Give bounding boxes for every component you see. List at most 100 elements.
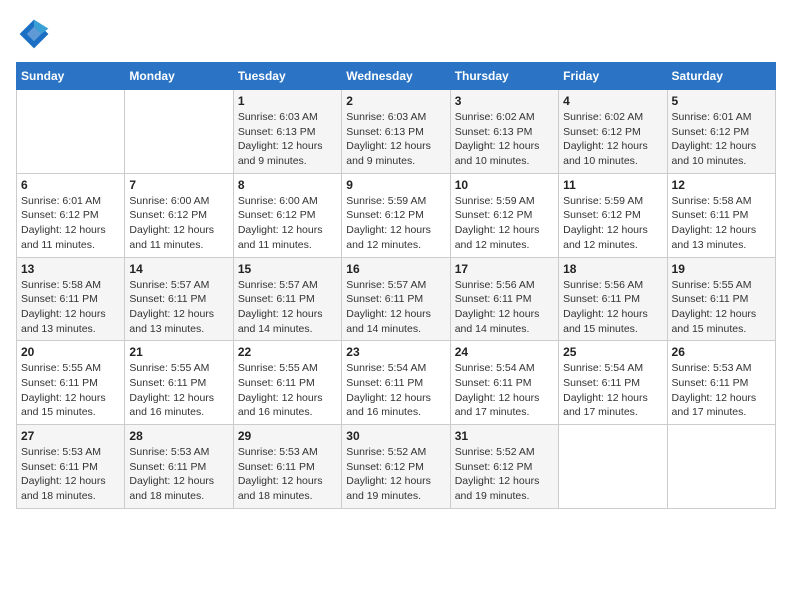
day-info: Sunrise: 5:53 AM Sunset: 6:11 PM Dayligh… bbox=[21, 445, 120, 504]
day-cell: 31 Sunrise: 5:52 AM Sunset: 6:12 PM Dayli… bbox=[450, 425, 558, 509]
day-cell: 10 Sunrise: 5:59 AM Sunset: 6:12 PM Dayli… bbox=[450, 173, 558, 257]
day-number: 18 bbox=[563, 262, 662, 276]
day-cell: 30 Sunrise: 5:52 AM Sunset: 6:12 PM Dayli… bbox=[342, 425, 450, 509]
day-number: 24 bbox=[455, 345, 554, 359]
day-cell: 6 Sunrise: 6:01 AM Sunset: 6:12 PM Daylig… bbox=[17, 173, 125, 257]
day-info: Sunrise: 5:54 AM Sunset: 6:11 PM Dayligh… bbox=[346, 361, 445, 420]
weekday-header-tuesday: Tuesday bbox=[233, 63, 341, 90]
week-row-1: 6 Sunrise: 6:01 AM Sunset: 6:12 PM Daylig… bbox=[17, 173, 776, 257]
day-cell: 3 Sunrise: 6:02 AM Sunset: 6:13 PM Daylig… bbox=[450, 90, 558, 174]
day-number: 10 bbox=[455, 178, 554, 192]
day-info: Sunrise: 5:52 AM Sunset: 6:12 PM Dayligh… bbox=[346, 445, 445, 504]
day-cell: 27 Sunrise: 5:53 AM Sunset: 6:11 PM Dayli… bbox=[17, 425, 125, 509]
day-cell: 12 Sunrise: 5:58 AM Sunset: 6:11 PM Dayli… bbox=[667, 173, 775, 257]
day-number: 20 bbox=[21, 345, 120, 359]
day-info: Sunrise: 5:57 AM Sunset: 6:11 PM Dayligh… bbox=[238, 278, 337, 337]
day-info: Sunrise: 5:52 AM Sunset: 6:12 PM Dayligh… bbox=[455, 445, 554, 504]
day-info: Sunrise: 5:56 AM Sunset: 6:11 PM Dayligh… bbox=[563, 278, 662, 337]
day-number: 15 bbox=[238, 262, 337, 276]
day-cell: 28 Sunrise: 5:53 AM Sunset: 6:11 PM Dayli… bbox=[125, 425, 233, 509]
day-cell bbox=[559, 425, 667, 509]
day-cell: 18 Sunrise: 5:56 AM Sunset: 6:11 PM Dayli… bbox=[559, 257, 667, 341]
day-cell: 20Sunrise: 5:55 AM Sunset: 6:11 PM Dayli… bbox=[17, 341, 125, 425]
day-info: Sunrise: 5:54 AM Sunset: 6:11 PM Dayligh… bbox=[455, 361, 554, 420]
week-row-3: 20 Sunrise: 5:55 AM Sunset: 6:11 PM Dayli… bbox=[17, 341, 776, 425]
day-cell: 13 Sunrise: 5:58 AM Sunset: 6:11 PM Dayli… bbox=[17, 257, 125, 341]
day-info: Sunrise: 6:00 AM Sunset: 6:12 PM Dayligh… bbox=[129, 194, 228, 253]
day-cell bbox=[667, 425, 775, 509]
day-cell: 8 Sunrise: 6:00 AM Sunset: 6:12 PM Daylig… bbox=[233, 173, 341, 257]
day-number: 6 bbox=[21, 178, 120, 192]
day-cell: 19 Sunrise: 5:55 AM Sunset: 6:11 PM Dayli… bbox=[667, 257, 775, 341]
weekday-header-thursday: Thursday bbox=[450, 63, 558, 90]
day-info: Sunrise: 5:54 AM Sunset: 6:11 PM Dayligh… bbox=[563, 361, 662, 420]
day-info: Sunrise: 5:55 AM Sunset: 6:11 PM Dayligh… bbox=[129, 361, 228, 420]
day-number: 8 bbox=[238, 178, 337, 192]
day-info: Sunrise: 5:53 AM Sunset: 6:11 PM Dayligh… bbox=[672, 361, 771, 420]
day-info: Sunrise: 6:00 AM Sunset: 6:12 PM Dayligh… bbox=[238, 194, 337, 253]
day-number: 31 bbox=[455, 429, 554, 443]
day-info: Sunrise: 5:53 AM Sunset: 6:11 PM Dayligh… bbox=[238, 445, 337, 504]
day-cell: 14 Sunrise: 5:57 AM Sunset: 6:11 PM Dayli… bbox=[125, 257, 233, 341]
weekday-header-monday: Monday bbox=[125, 63, 233, 90]
day-cell: 5Sunrise: 6:01 AM Sunset: 6:12 PM Daylig… bbox=[667, 90, 775, 174]
day-info: Sunrise: 5:59 AM Sunset: 6:12 PM Dayligh… bbox=[346, 194, 445, 253]
day-cell: 9 Sunrise: 5:59 AM Sunset: 6:12 PM Daylig… bbox=[342, 173, 450, 257]
day-number: 30 bbox=[346, 429, 445, 443]
day-cell bbox=[125, 90, 233, 174]
day-info: Sunrise: 5:56 AM Sunset: 6:11 PM Dayligh… bbox=[455, 278, 554, 337]
day-number: 21 bbox=[129, 345, 228, 359]
day-number: 3 bbox=[455, 94, 554, 108]
day-number: 16 bbox=[346, 262, 445, 276]
day-info: Sunrise: 5:53 AM Sunset: 6:11 PM Dayligh… bbox=[129, 445, 228, 504]
day-info: Sunrise: 5:55 AM Sunset: 6:11 PM Dayligh… bbox=[672, 278, 771, 337]
day-number: 9 bbox=[346, 178, 445, 192]
day-cell: 23 Sunrise: 5:54 AM Sunset: 6:11 PM Dayli… bbox=[342, 341, 450, 425]
weekday-header-saturday: Saturday bbox=[667, 63, 775, 90]
day-cell: 22 Sunrise: 5:55 AM Sunset: 6:11 PM Dayli… bbox=[233, 341, 341, 425]
day-number: 13 bbox=[21, 262, 120, 276]
day-info: Sunrise: 5:58 AM Sunset: 6:11 PM Dayligh… bbox=[672, 194, 771, 253]
day-number: 29 bbox=[238, 429, 337, 443]
day-number: 12 bbox=[672, 178, 771, 192]
day-cell: 29 Sunrise: 5:53 AM Sunset: 6:11 PM Dayli… bbox=[233, 425, 341, 509]
day-cell: 25 Sunrise: 5:54 AM Sunset: 6:11 PM Dayli… bbox=[559, 341, 667, 425]
day-number: 25 bbox=[563, 345, 662, 359]
week-row-2: 13 Sunrise: 5:58 AM Sunset: 6:11 PM Dayli… bbox=[17, 257, 776, 341]
day-number: 26 bbox=[672, 345, 771, 359]
day-number: 28 bbox=[129, 429, 228, 443]
day-info: Sunrise: 6:03 AM Sunset: 6:13 PM Dayligh… bbox=[238, 110, 337, 169]
week-row-4: 27 Sunrise: 5:53 AM Sunset: 6:11 PM Dayli… bbox=[17, 425, 776, 509]
day-number: 22 bbox=[238, 345, 337, 359]
week-row-0: 1 Sunrise: 6:03 AM Sunset: 6:13 PM Daylig… bbox=[17, 90, 776, 174]
day-info: Sunrise: 5:59 AM Sunset: 6:12 PM Dayligh… bbox=[563, 194, 662, 253]
day-info: Sunrise: 5:58 AM Sunset: 6:11 PM Dayligh… bbox=[21, 278, 120, 337]
day-cell: 11 Sunrise: 5:59 AM Sunset: 6:12 PM Dayli… bbox=[559, 173, 667, 257]
day-cell: 17Sunrise: 5:56 AM Sunset: 6:11 PM Dayli… bbox=[450, 257, 558, 341]
day-info: Sunrise: 5:57 AM Sunset: 6:11 PM Dayligh… bbox=[346, 278, 445, 337]
day-number: 2 bbox=[346, 94, 445, 108]
day-number: 1 bbox=[238, 94, 337, 108]
day-number: 11 bbox=[563, 178, 662, 192]
day-info: Sunrise: 6:02 AM Sunset: 6:12 PM Dayligh… bbox=[563, 110, 662, 169]
day-cell: 21 Sunrise: 5:55 AM Sunset: 6:11 PM Dayli… bbox=[125, 341, 233, 425]
day-info: Sunrise: 6:02 AM Sunset: 6:13 PM Dayligh… bbox=[455, 110, 554, 169]
logo bbox=[16, 16, 58, 52]
day-info: Sunrise: 5:55 AM Sunset: 6:11 PM Dayligh… bbox=[238, 361, 337, 420]
calendar-header: SundayMondayTuesdayWednesdayThursdayFrid… bbox=[17, 63, 776, 90]
day-number: 27 bbox=[21, 429, 120, 443]
day-number: 23 bbox=[346, 345, 445, 359]
day-number: 4 bbox=[563, 94, 662, 108]
calendar-table: SundayMondayTuesdayWednesdayThursdayFrid… bbox=[16, 62, 776, 509]
day-info: Sunrise: 6:01 AM Sunset: 6:12 PM Dayligh… bbox=[21, 194, 120, 253]
day-number: 7 bbox=[129, 178, 228, 192]
weekday-header-friday: Friday bbox=[559, 63, 667, 90]
calendar-body: 1 Sunrise: 6:03 AM Sunset: 6:13 PM Daylig… bbox=[17, 90, 776, 509]
day-info: Sunrise: 5:57 AM Sunset: 6:11 PM Dayligh… bbox=[129, 278, 228, 337]
day-cell: 7 Sunrise: 6:00 AM Sunset: 6:12 PM Daylig… bbox=[125, 173, 233, 257]
weekday-header-sunday: Sunday bbox=[17, 63, 125, 90]
day-number: 19 bbox=[672, 262, 771, 276]
day-info: Sunrise: 6:01 AM Sunset: 6:12 PM Dayligh… bbox=[672, 110, 771, 169]
day-info: Sunrise: 5:59 AM Sunset: 6:12 PM Dayligh… bbox=[455, 194, 554, 253]
day-number: 14 bbox=[129, 262, 228, 276]
